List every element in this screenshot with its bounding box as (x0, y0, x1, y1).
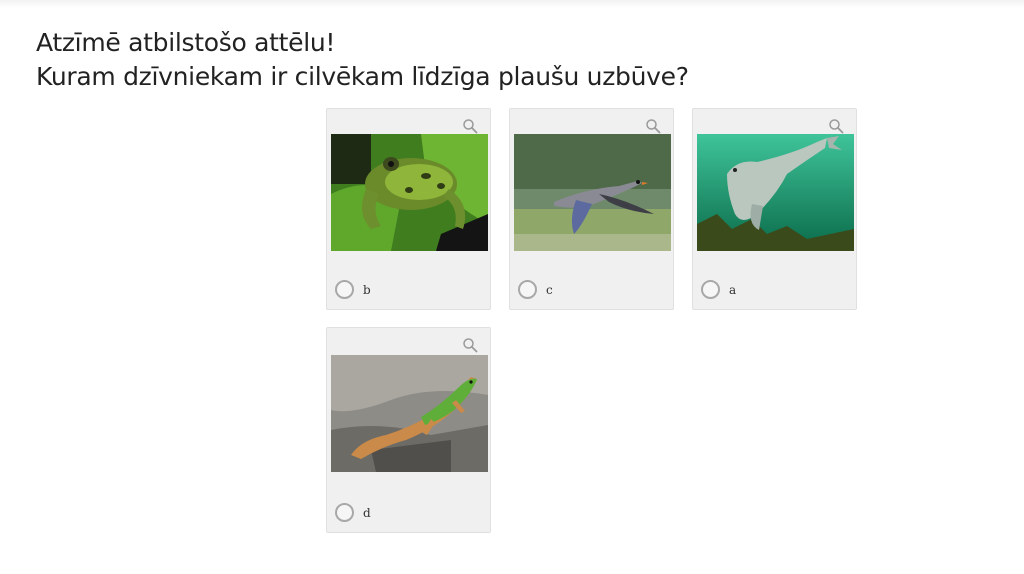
question-title: Atzīmē atbilstošo attēlu! Kuram dzīvniek… (36, 26, 689, 94)
magnifier-icon[interactable] (462, 118, 478, 134)
magnifier-icon[interactable] (828, 118, 844, 134)
magnifier-icon[interactable] (462, 337, 478, 353)
option-card-d[interactable]: d (326, 327, 491, 533)
option-label-a: a (729, 283, 737, 297)
option-label-b: b (363, 283, 371, 297)
option-card-b[interactable]: b (326, 108, 491, 310)
lizard-on-rock-photo (331, 355, 488, 472)
option-card-c[interactable]: c (509, 108, 674, 310)
radio-button-d[interactable] (335, 503, 354, 522)
question-instruction: Atzīmē atbilstošo attēlu! (36, 28, 336, 57)
radio-button-c[interactable] (518, 280, 537, 299)
goose-flying-photo (514, 134, 671, 251)
question-text: Kuram dzīvniekam ir cilvēkam līdzīga pla… (36, 62, 689, 91)
radio-button-b[interactable] (335, 280, 354, 299)
option-label-d: d (363, 506, 371, 520)
option-card-a[interactable]: a (692, 108, 857, 310)
radio-button-a[interactable] (701, 280, 720, 299)
frog-on-leaf-photo (331, 134, 488, 251)
seal-underwater-photo (697, 134, 854, 251)
magnifier-icon[interactable] (645, 118, 661, 134)
top-edge (0, 0, 1024, 8)
option-label-c: c (546, 283, 553, 297)
